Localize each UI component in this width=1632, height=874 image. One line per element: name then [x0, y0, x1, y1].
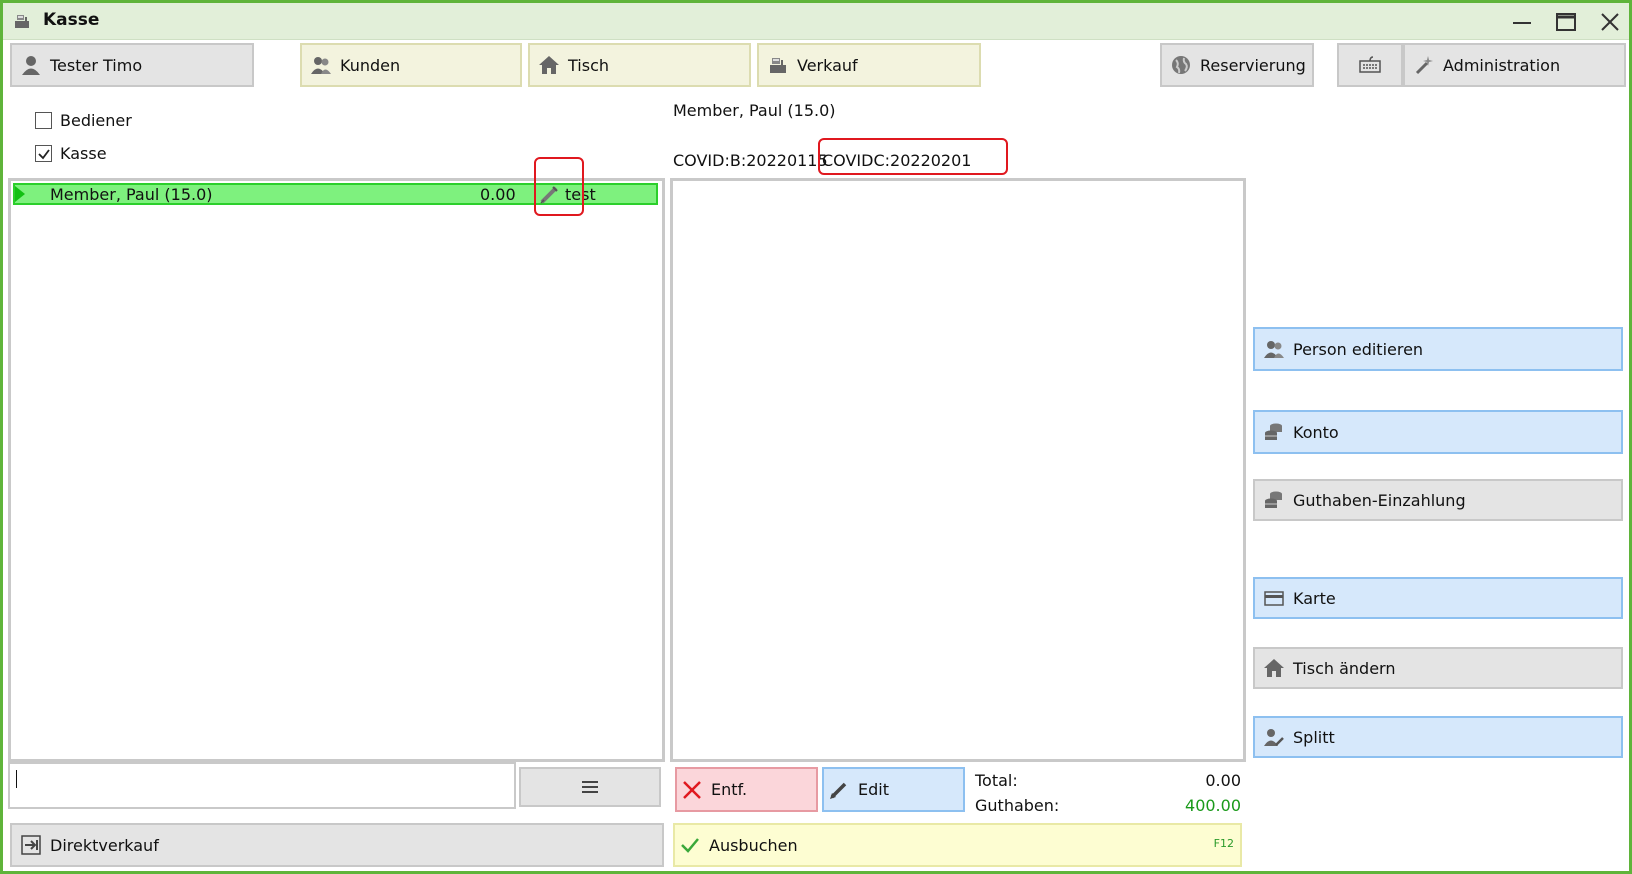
search-input[interactable] — [8, 762, 516, 809]
kunden-button[interactable]: Kunden — [300, 43, 522, 87]
guthaben-value: 400.00 — [1185, 796, 1241, 815]
magic-wand-icon — [1415, 56, 1433, 75]
tisch-label: Tisch — [568, 55, 609, 75]
person-editieren-button[interactable]: Person editieren — [1253, 327, 1623, 371]
total-label: Total: — [975, 771, 1018, 790]
splitt-button[interactable]: Splitt — [1253, 716, 1623, 758]
konto-button[interactable]: Konto — [1253, 410, 1623, 454]
order-panel — [670, 178, 1246, 762]
credit-card-icon — [1264, 591, 1284, 606]
checkbox-checked — [35, 145, 52, 162]
checkmark-icon — [38, 149, 50, 160]
administration-button[interactable]: Administration — [1403, 43, 1626, 87]
edit-button[interactable]: Edit — [822, 767, 965, 812]
highlight-box — [818, 138, 1008, 175]
person-editieren-label: Person editieren — [1293, 339, 1424, 359]
close-icon[interactable] — [1599, 11, 1621, 33]
entf-label: Entf. — [711, 780, 748, 799]
title-bar: Kasse — [3, 3, 1629, 40]
pencil-icon — [830, 782, 847, 799]
user-icon — [22, 56, 40, 75]
verkauf-button[interactable]: Verkauf — [757, 43, 981, 87]
ausbuchen-button[interactable]: Ausbuchen F12 — [673, 823, 1242, 867]
text-cursor — [16, 770, 17, 788]
coins-icon — [1265, 423, 1282, 440]
guthaben-einzahlung-label: Guthaben-Einzahlung — [1293, 490, 1466, 510]
checkmark-icon — [681, 838, 699, 853]
reservierung-label: Reservierung — [1200, 55, 1306, 75]
keyboard-icon — [1359, 56, 1381, 73]
detail-customer: Member, Paul (15.0) — [673, 101, 836, 120]
cash-register-icon — [15, 15, 29, 28]
coins-icon — [1265, 491, 1282, 508]
home-icon — [1264, 659, 1284, 677]
row-indicator-icon — [15, 186, 25, 202]
checkbox-unchecked — [35, 112, 52, 129]
menu-button[interactable] — [519, 767, 661, 807]
ausbuchen-shortcut: F12 — [1213, 837, 1234, 850]
maximize-icon[interactable] — [1555, 11, 1577, 33]
guthaben-label: Guthaben: — [975, 796, 1060, 815]
konto-label: Konto — [1293, 422, 1339, 442]
main-window: Kasse Tester Timo Kunden Tisch Verkauf R… — [0, 0, 1632, 874]
bediener-checkbox[interactable]: Bediener — [35, 111, 132, 130]
customers-icon — [1264, 341, 1284, 358]
cash-register-icon — [770, 58, 786, 73]
tisch-aendern-button[interactable]: Tisch ändern — [1253, 647, 1623, 689]
administration-label: Administration — [1443, 55, 1561, 75]
ausbuchen-label: Ausbuchen — [709, 835, 798, 855]
row-name: Member, Paul (15.0) — [50, 185, 213, 204]
user-name: Tester Timo — [50, 55, 143, 75]
keyboard-button[interactable] — [1337, 43, 1403, 87]
user-button[interactable]: Tester Timo — [10, 43, 254, 87]
direktverkauf-button[interactable]: Direktverkauf — [10, 823, 664, 867]
enter-icon — [21, 835, 41, 855]
karte-button[interactable]: Karte — [1253, 577, 1623, 619]
hamburger-icon — [582, 781, 598, 793]
verkauf-label: Verkauf — [797, 55, 858, 75]
karte-label: Karte — [1293, 588, 1336, 608]
highlight-box — [534, 157, 584, 216]
customers-icon — [311, 57, 331, 74]
edit-label: Edit — [858, 780, 889, 799]
home-icon — [539, 56, 559, 74]
globe-icon — [1172, 56, 1190, 74]
row-amount: 0.00 — [480, 185, 516, 204]
splitt-label: Splitt — [1293, 727, 1335, 747]
bediener-label: Bediener — [60, 111, 132, 130]
customer-list: Member, Paul (15.0) 0.00 test — [8, 178, 665, 762]
tisch-aendern-label: Tisch ändern — [1293, 658, 1396, 678]
entf-button[interactable]: Entf. — [675, 767, 818, 812]
delete-x-icon — [683, 780, 701, 799]
kasse-checkbox[interactable]: Kasse — [35, 144, 107, 163]
total-value: 0.00 — [1205, 771, 1241, 790]
covid-b-status: COVID:B:20220115 — [673, 151, 828, 170]
user-edit-icon — [1264, 729, 1284, 746]
window-title: Kasse — [43, 10, 100, 30]
minimize-icon[interactable] — [1511, 11, 1533, 33]
kunden-label: Kunden — [340, 55, 401, 75]
direktverkauf-label: Direktverkauf — [50, 835, 159, 855]
guthaben-einzahlung-button[interactable]: Guthaben-Einzahlung — [1253, 479, 1623, 521]
tisch-button[interactable]: Tisch — [528, 43, 751, 87]
kasse-label: Kasse — [60, 144, 107, 163]
reservierung-button[interactable]: Reservierung — [1160, 43, 1314, 87]
